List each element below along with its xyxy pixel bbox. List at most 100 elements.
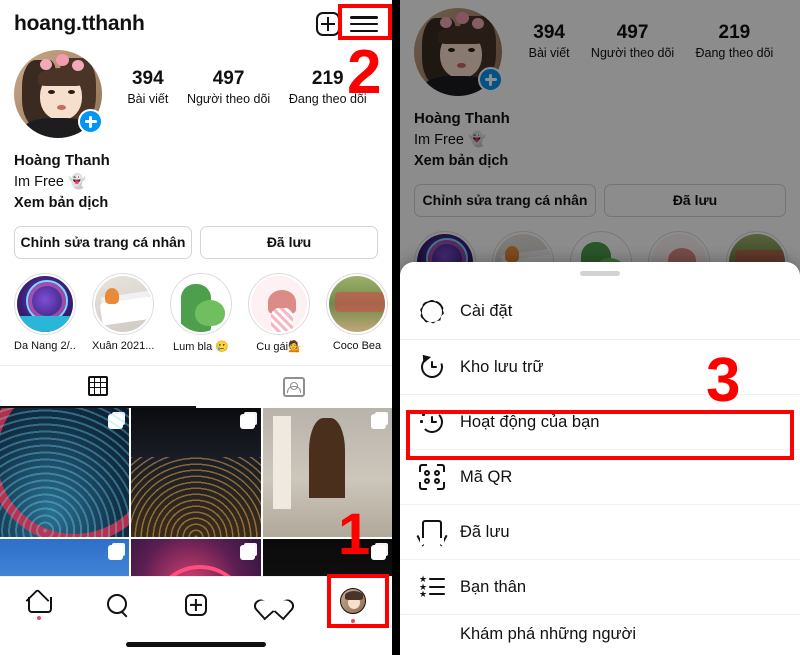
highlight-ring (326, 272, 388, 335)
gear-icon (416, 296, 448, 328)
see-translation-link[interactable]: Xem bản dịch (14, 193, 378, 214)
highlight-ring (170, 272, 232, 335)
multi-post-icon (370, 545, 386, 561)
plus-box-icon (185, 594, 208, 616)
highlight-label: Lum bla 🥲 (173, 340, 229, 353)
menu-item-label: Kho lưu trữ (460, 357, 544, 376)
nav-profile[interactable] (314, 577, 392, 633)
discover-people-icon (416, 625, 448, 644)
highlight-cover (95, 275, 151, 332)
grid-post[interactable] (131, 407, 261, 538)
highlight-ring (248, 272, 310, 335)
page-title: hoang.tthanh (14, 12, 145, 35)
stat-value: 394 (131, 68, 164, 89)
tab-grid[interactable] (0, 366, 196, 408)
menu-item-saved[interactable]: Đã lưu (400, 504, 800, 559)
stat-label: Người theo dõi (186, 91, 271, 106)
stat-label: Bài viết (127, 91, 169, 106)
multi-post-icon (108, 545, 124, 561)
plus-box-icon[interactable] (316, 12, 340, 36)
highlight-label: Cu gái💁 (256, 340, 302, 353)
bookmark-icon (416, 516, 448, 548)
right-phone-screen: 394 Bài viết 497 Người theo dõi 219 Đang… (400, 0, 800, 655)
annotation-number-2: 2 (347, 38, 382, 107)
screenshot-root: hoang.tthanh 394 Bài viết 497 Người theo… (0, 0, 800, 655)
highlight-label: Da Nang 2/... (14, 339, 76, 352)
drag-handle[interactable] (400, 262, 800, 284)
multi-post-icon (239, 413, 255, 429)
profile-stats: 394 Bài viết 497 Người theo dõi 219 Đang… (102, 50, 378, 106)
highlight-item[interactable]: Xuân 2021... (92, 272, 154, 353)
bio-text: Im Free 👻 (14, 173, 87, 190)
nav-activity[interactable] (235, 577, 313, 633)
multi-post-icon (108, 413, 124, 429)
bottom-navigation-bar (0, 576, 392, 655)
tab-tagged[interactable] (196, 366, 392, 408)
grid-post[interactable] (262, 407, 392, 538)
annotation-number-3: 3 (706, 346, 741, 415)
highlight-label: Xuân 2021... (92, 339, 154, 352)
stat-value: 497 (212, 68, 245, 89)
grid-icon (88, 375, 108, 396)
multi-post-icon (239, 545, 255, 561)
panel-divider (392, 0, 400, 655)
nav-home[interactable] (0, 577, 78, 633)
menu-item-qr-code[interactable]: Mã QR (400, 449, 800, 504)
qr-code-icon (416, 461, 448, 493)
settings-menu-list: Cài đặt Kho lưu trữ Hoạt động của bạn Mã… (400, 284, 800, 644)
highlight-cover (251, 275, 307, 332)
home-icon (28, 591, 53, 613)
avatar[interactable] (14, 50, 103, 138)
menu-item-label: Mã QR (460, 467, 513, 486)
menu-item-close-friends[interactable]: ★ ★ ★ Bạn thân (400, 559, 800, 614)
highlight-cover (173, 275, 229, 332)
stat-followers[interactable]: 497 Người theo dõi (187, 68, 270, 106)
settings-bottom-sheet: Cài đặt Kho lưu trữ Hoạt động của bạn Mã… (400, 262, 800, 655)
highlight-cover (17, 275, 73, 332)
menu-item-label: Khám phá những người (460, 625, 637, 643)
menu-item-label: Đã lưu (460, 522, 510, 541)
highlight-cover (329, 275, 385, 332)
activity-clock-icon (416, 406, 448, 438)
grid-post[interactable] (0, 407, 130, 538)
highlight-item[interactable]: Cu gái💁 (248, 272, 310, 353)
menu-item-discover-people[interactable]: Khám phá những người (400, 614, 800, 644)
profile-tabs (0, 364, 392, 408)
notification-dot (350, 618, 355, 623)
plus-badge-icon[interactable] (78, 109, 103, 134)
highlight-label: Coco Bea (332, 339, 382, 352)
profile-header: hoang.tthanh (0, 0, 392, 42)
multi-post-icon (370, 413, 386, 429)
home-indicator (0, 633, 392, 655)
menu-item-label: Hoạt động của bạn (460, 412, 600, 431)
profile-bio: Hoàng Thanh Im Free 👻 Xem bản dịch (0, 138, 392, 214)
nav-search[interactable] (78, 577, 156, 633)
saved-button[interactable]: Đã lưu (200, 225, 378, 259)
story-highlights: Da Nang 2/... Xuân 2021... Lum bla 🥲 Cu … (0, 259, 392, 353)
highlight-item[interactable]: Da Nang 2/... (14, 272, 76, 353)
header-actions (316, 12, 382, 36)
avatar-icon (339, 587, 366, 614)
notification-dot (37, 615, 42, 620)
heart-icon (262, 595, 286, 616)
tagged-person-icon (283, 376, 305, 397)
stat-posts[interactable]: 394 Bài viết (127, 68, 168, 106)
profile-summary: 394 Bài viết 497 Người theo dõi 219 Đang… (0, 42, 392, 138)
menu-item-label: Cài đặt (460, 302, 513, 320)
annotation-number-1: 1 (338, 502, 371, 567)
left-phone-screen: hoang.tthanh 394 Bài viết 497 Người theo… (0, 0, 392, 655)
close-friends-list-icon: ★ ★ ★ (416, 571, 448, 603)
highlight-item[interactable]: Coco Bea (326, 272, 388, 353)
highlight-ring (92, 272, 154, 335)
hamburger-icon[interactable] (350, 14, 378, 34)
nav-create[interactable] (157, 577, 235, 633)
edit-profile-button[interactable]: Chỉnh sửa trang cá nhân (14, 225, 192, 259)
highlight-ring (14, 272, 76, 335)
profile-action-buttons: Chỉnh sửa trang cá nhân Đã lưu (0, 214, 392, 259)
display-name: Hoàng Thanh (14, 152, 110, 169)
search-icon (106, 594, 129, 616)
archive-clock-icon (416, 351, 448, 383)
menu-item-label: Bạn thân (460, 577, 527, 596)
highlight-item[interactable]: Lum bla 🥲 (170, 272, 232, 353)
menu-item-settings[interactable]: Cài đặt (400, 284, 800, 339)
